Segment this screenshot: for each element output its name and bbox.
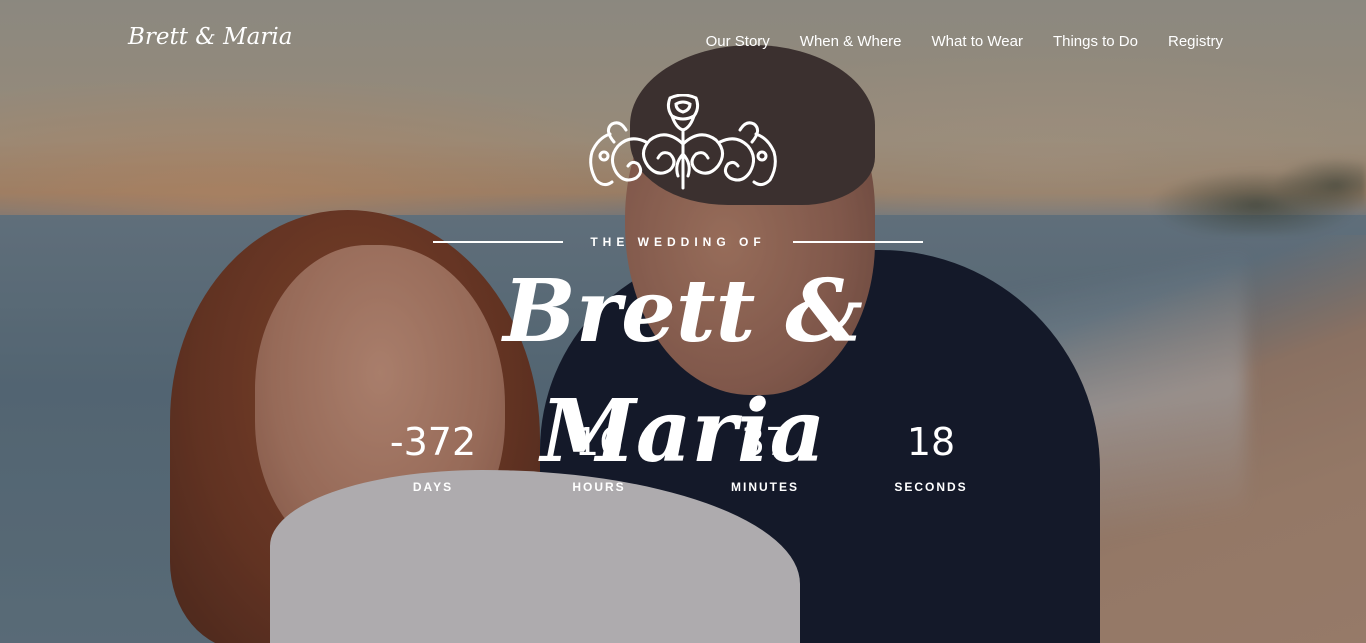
countdown-minutes-value: 37 <box>740 420 790 464</box>
countdown-hours-label: HOURS <box>572 480 626 494</box>
countdown-minutes-label: MINUTES <box>731 480 799 494</box>
nav-item-when-where[interactable]: When & Where <box>800 33 902 50</box>
countdown-timer: -372 DAYS 16 HOURS 37 MINUTES 18 SECONDS <box>350 418 1024 494</box>
countdown-hours-value: 16 <box>574 420 624 464</box>
countdown-hours: 16 HOURS <box>516 418 682 494</box>
nav-item-our-story[interactable]: Our Story <box>706 33 770 50</box>
countdown-seconds-label: SECONDS <box>894 480 968 494</box>
countdown-minutes: 37 MINUTES <box>682 418 848 494</box>
main-nav: Our Story When & Where What to Wear Thin… <box>706 33 1223 50</box>
wedding-heading-row: THE WEDDING OF <box>433 232 923 252</box>
wedding-eyebrow: THE WEDDING OF <box>590 235 766 249</box>
countdown-seconds: 18 SECONDS <box>848 418 1014 494</box>
countdown-seconds-value: 18 <box>906 420 956 464</box>
countdown-days: -372 DAYS <box>350 418 516 494</box>
nav-item-what-to-wear[interactable]: What to Wear <box>932 33 1023 50</box>
countdown-days-value: -372 <box>389 420 477 464</box>
nav-item-things-to-do[interactable]: Things to Do <box>1053 33 1138 50</box>
countdown-days-label: DAYS <box>412 480 454 494</box>
couple-names-title: Brett & Maria <box>503 261 863 482</box>
divider-line-right <box>792 241 923 243</box>
divider-line-left <box>433 241 563 243</box>
site-logo[interactable]: Brett & Maria <box>128 24 292 50</box>
nav-item-registry[interactable]: Registry <box>1168 33 1223 50</box>
rose-flourish-icon <box>589 94 777 190</box>
